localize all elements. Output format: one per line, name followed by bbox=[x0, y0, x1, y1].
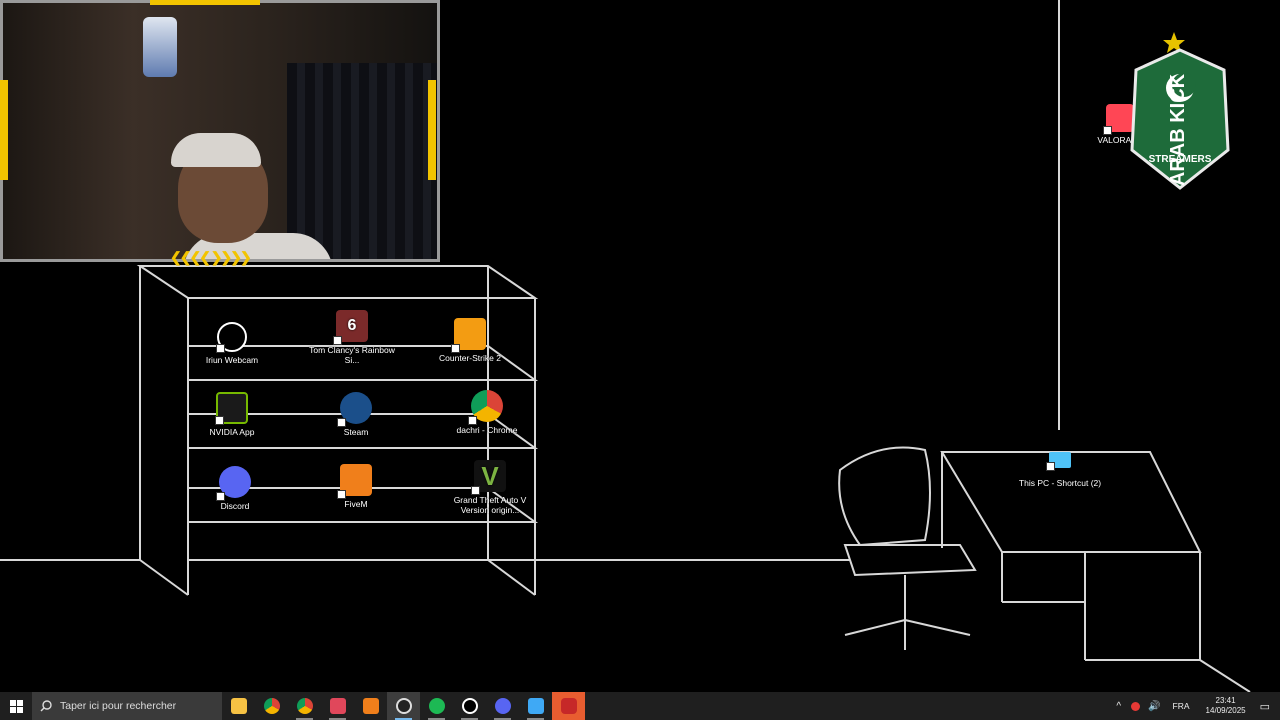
badge-sub-text: STREAMERS bbox=[1149, 154, 1212, 165]
taskbar-discord[interactable] bbox=[486, 692, 519, 720]
fivem-icon bbox=[362, 698, 379, 714]
chrome-icon bbox=[263, 698, 280, 714]
desktop-icon-discord[interactable]: Discord bbox=[190, 466, 280, 511]
desktop-icon-counter-strike-2[interactable]: Counter-Strike 2 bbox=[425, 318, 515, 363]
webcam-frame-accent bbox=[428, 80, 436, 180]
desktop-icon-chrome[interactable]: dachri - Chrome bbox=[442, 390, 532, 435]
webcam-frame-accent bbox=[0, 80, 8, 180]
arab-kick-streamers-badge: ARAB KICK STREAMERS bbox=[1130, 32, 1230, 190]
taskbar-search-box[interactable]: Taper ici pour rechercher bbox=[32, 692, 222, 720]
paint-icon bbox=[527, 698, 544, 714]
system-tray: ^ 🔊 FRA 23:41 14/09/2025 ▭ bbox=[1110, 692, 1280, 720]
steam-icon bbox=[337, 392, 372, 427]
search-icon bbox=[40, 700, 52, 712]
desktop-icon-fivem[interactable]: FiveM bbox=[311, 464, 401, 509]
taskbar-record-app[interactable] bbox=[552, 692, 585, 720]
desktop-icon-label: Iriun Webcam bbox=[205, 355, 259, 365]
file-explorer-icon bbox=[230, 698, 247, 714]
webcam-overlay bbox=[0, 0, 440, 262]
iriun-icon bbox=[216, 322, 247, 353]
clock[interactable]: 23:41 14/09/2025 bbox=[1206, 696, 1246, 716]
desktop-icon-label: Tom Clancy's Rainbow Si... bbox=[309, 345, 395, 365]
discord-icon bbox=[494, 698, 511, 714]
desktop-icon-iriun-webcam[interactable]: Iriun Webcam bbox=[187, 322, 277, 365]
counter-strike-icon bbox=[451, 318, 486, 353]
desktop-icon-label: FiveM bbox=[344, 499, 368, 509]
language-indicator[interactable]: FRA bbox=[1173, 701, 1190, 711]
chrome-icon bbox=[468, 390, 503, 425]
desktop-icon-nvidia-app[interactable]: NVIDIA App bbox=[187, 392, 277, 437]
nvidia-icon bbox=[215, 392, 248, 425]
chrome-profile-icon bbox=[296, 698, 313, 714]
taskbar-obs[interactable] bbox=[387, 692, 420, 720]
this-pc-icon bbox=[1046, 452, 1071, 471]
brave-icon bbox=[329, 698, 346, 714]
chevron-up-icon[interactable]: ^ bbox=[1116, 701, 1121, 712]
curtain bbox=[287, 63, 437, 259]
taskbar-spotify[interactable] bbox=[420, 692, 453, 720]
taskbar-brave[interactable] bbox=[321, 692, 354, 720]
taskbar-chrome-profile[interactable] bbox=[288, 692, 321, 720]
desktop-icon-label: Discord bbox=[220, 501, 250, 511]
desktop-icon-label: dachri - Chrome bbox=[456, 425, 518, 435]
desktop-icon-label: Grand Theft Auto V Version origin... bbox=[453, 495, 527, 515]
iriun-icon bbox=[461, 698, 478, 714]
record-icon bbox=[560, 698, 577, 714]
taskbar-iriun[interactable] bbox=[453, 692, 486, 720]
streamer-cap bbox=[171, 133, 261, 167]
desktop-icon-steam[interactable]: Steam bbox=[311, 392, 401, 437]
desktop-icon-this-pc[interactable]: This PC - Shortcut (2) bbox=[1015, 448, 1105, 488]
desktop-icon-gta-v[interactable]: V Grand Theft Auto V Version origin... bbox=[445, 460, 535, 515]
webcam-frame-chevrons: ❮❮❮❮ ❯❯❯❯ bbox=[170, 249, 252, 265]
desktop-icon-label: This PC - Shortcut (2) bbox=[1018, 478, 1102, 488]
windows-icon bbox=[9, 699, 23, 713]
taskbar: Taper ici pour rechercher ^ 🔊 FRA 23:41 … bbox=[0, 692, 1280, 720]
badge-main-text: ARAB KICK bbox=[1167, 73, 1189, 186]
obs-icon bbox=[395, 698, 412, 714]
rainbow-six-icon: 6 bbox=[333, 310, 368, 345]
start-button[interactable] bbox=[0, 692, 32, 720]
rainbow-six-digit: 6 bbox=[347, 317, 357, 334]
volume-icon[interactable]: 🔊 bbox=[1148, 701, 1160, 712]
desktop-icon-label: NVIDIA App bbox=[209, 427, 255, 437]
desktop-icon-label: Steam bbox=[343, 427, 369, 437]
record-indicator-icon[interactable] bbox=[1131, 701, 1141, 711]
fivem-icon bbox=[337, 464, 372, 499]
taskbar-paint[interactable] bbox=[519, 692, 552, 720]
notification-icon[interactable]: ▭ bbox=[1260, 700, 1270, 713]
spotify-icon bbox=[428, 698, 445, 714]
taskbar-chrome[interactable] bbox=[255, 692, 288, 720]
search-placeholder: Taper ici pour rechercher bbox=[60, 700, 177, 712]
gta-v-icon: V bbox=[471, 460, 506, 495]
clock-time: 23:41 bbox=[1215, 696, 1236, 705]
discord-icon bbox=[216, 466, 251, 501]
clock-date: 14/09/2025 bbox=[1205, 706, 1246, 715]
taskbar-file-explorer[interactable] bbox=[222, 692, 255, 720]
taskbar-fivem[interactable] bbox=[354, 692, 387, 720]
desktop-icon-label: Counter-Strike 2 bbox=[439, 353, 501, 363]
desktop-icon-rainbow-six[interactable]: 6 Tom Clancy's Rainbow Si... bbox=[307, 310, 397, 365]
webcam-frame-accent bbox=[150, 0, 260, 5]
ceiling-lamp bbox=[143, 17, 177, 77]
